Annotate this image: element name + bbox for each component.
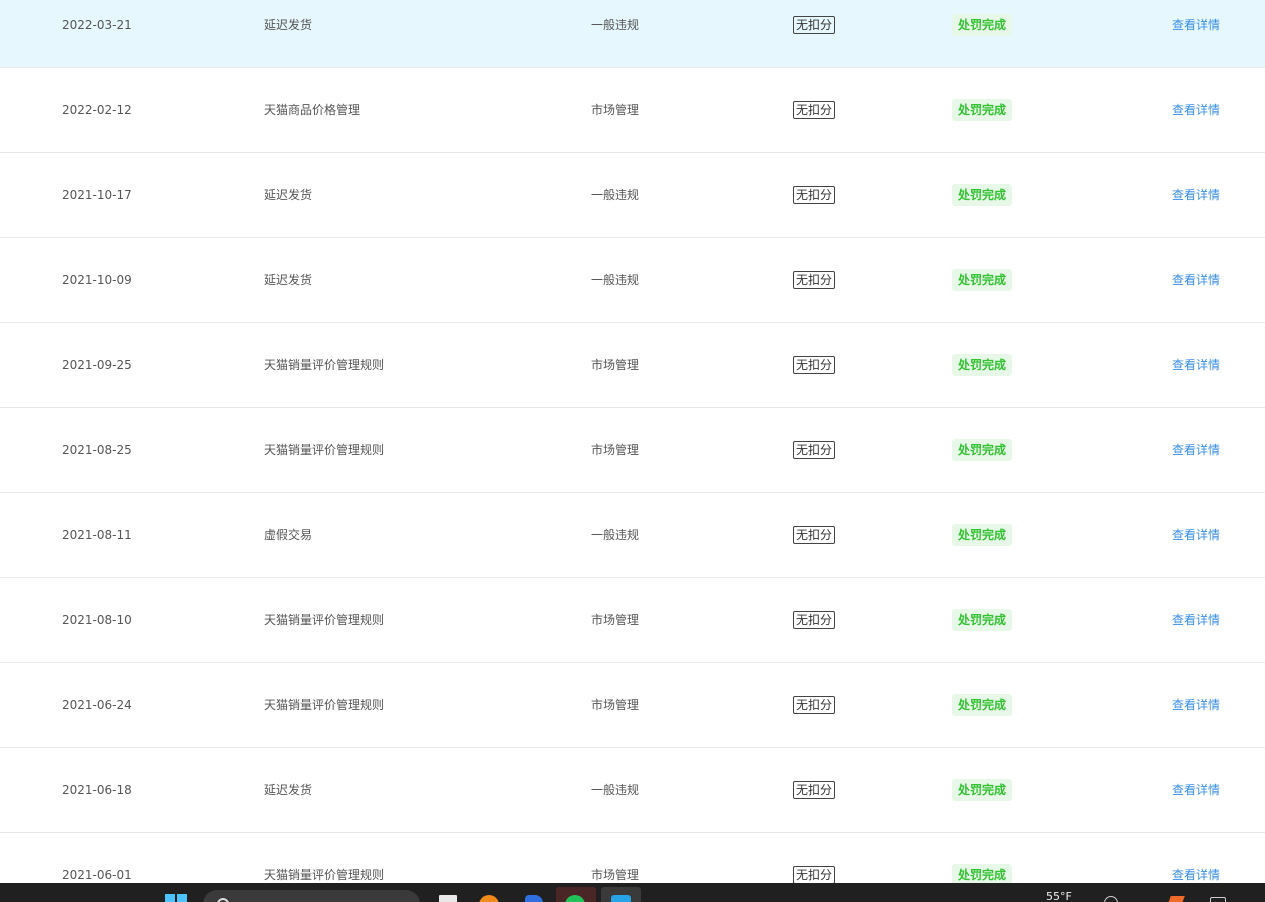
table-row[interactable]: 2021-09-25 天猫销量评价管理规则 市场管理 无扣分 处罚完成 查看详情	[0, 323, 1265, 408]
deduction-badge: 无扣分	[793, 356, 836, 374]
status-badge: 处罚完成	[952, 524, 1013, 546]
table-row[interactable]: 2021-06-24 天猫销量评价管理规则 市场管理 无扣分 处罚完成 查看详情	[0, 663, 1265, 748]
violation-type: 市场管理	[591, 443, 640, 457]
violation-type: 市场管理	[591, 698, 640, 712]
status-badge: 处罚完成	[952, 269, 1013, 291]
search-icon	[217, 898, 229, 902]
rule-name: 天猫销量评价管理规则	[264, 443, 385, 457]
tray-icon[interactable]	[1104, 896, 1118, 902]
penalty-date: 2021-08-10	[62, 613, 132, 627]
penalty-date: 2022-03-21	[62, 18, 132, 32]
deduction-badge: 无扣分	[793, 781, 836, 799]
violation-type: 市场管理	[591, 613, 640, 627]
table-row[interactable]: 2021-06-18 延迟发货 一般违规 无扣分 处罚完成 查看详情	[0, 748, 1265, 833]
taskbar-search-input[interactable]	[203, 890, 420, 902]
deduction-badge: 无扣分	[793, 611, 836, 629]
violation-type: 市场管理	[591, 103, 640, 117]
status-badge: 处罚完成	[952, 779, 1013, 801]
table-row[interactable]: 2021-08-10 天猫销量评价管理规则 市场管理 无扣分 处罚完成 查看详情	[0, 578, 1265, 663]
penalty-date: 2021-06-24	[62, 698, 132, 712]
penalty-date: 2021-10-09	[62, 273, 132, 287]
rule-name: 天猫商品价格管理	[264, 103, 361, 117]
penalty-date: 2021-06-01	[62, 868, 132, 882]
rule-name: 延迟发货	[264, 273, 313, 287]
penalty-date: 2021-06-18	[62, 783, 132, 797]
violation-type: 市场管理	[591, 358, 640, 372]
document-icon[interactable]	[525, 895, 543, 902]
view-details-link[interactable]: 查看详情	[1172, 17, 1220, 33]
table-row[interactable]: 2021-08-11 虚假交易 一般违规 无扣分 处罚完成 查看详情	[0, 493, 1265, 578]
view-details-link[interactable]: 查看详情	[1172, 612, 1220, 628]
penalty-date: 2021-09-25	[62, 358, 132, 372]
status-badge: 处罚完成	[952, 694, 1013, 716]
violation-type: 一般违规	[591, 188, 640, 202]
store-icon[interactable]	[611, 895, 631, 902]
tray-app-icon[interactable]	[1167, 896, 1185, 902]
taskbar: 55°F	[0, 883, 1265, 902]
penalty-date: 2021-10-17	[62, 188, 132, 202]
start-icon[interactable]	[165, 894, 187, 902]
violation-type: 一般违规	[591, 18, 640, 32]
status-badge: 处罚完成	[952, 354, 1013, 376]
view-details-link[interactable]: 查看详情	[1172, 527, 1220, 543]
rule-name: 延迟发货	[264, 188, 313, 202]
view-details-link[interactable]: 查看详情	[1172, 697, 1220, 713]
deduction-badge: 无扣分	[793, 16, 836, 34]
view-details-link[interactable]: 查看详情	[1172, 442, 1220, 458]
status-badge: 处罚完成	[952, 99, 1013, 121]
status-badge: 处罚完成	[952, 609, 1013, 631]
table-row[interactable]: 2021-10-09 延迟发货 一般违规 无扣分 处罚完成 查看详情	[0, 238, 1265, 323]
rule-name: 延迟发货	[264, 783, 313, 797]
penalty-date: 2022-02-12	[62, 103, 132, 117]
penalty-records-page: 2022-03-21 延迟发货 一般违规 无扣分 处罚完成 查看详情 2022-02-12 天…	[0, 0, 1265, 902]
violation-type: 一般违规	[591, 528, 640, 542]
view-details-link[interactable]: 查看详情	[1172, 272, 1220, 288]
rule-name: 天猫销量评价管理规则	[264, 613, 385, 627]
battery-icon[interactable]	[1210, 897, 1226, 902]
table-row[interactable]: 2021-10-17 延迟发货 一般违规 无扣分 处罚完成 查看详情	[0, 153, 1265, 238]
weather-temperature[interactable]: 55°F	[1046, 891, 1072, 902]
view-details-link[interactable]: 查看详情	[1172, 102, 1220, 118]
deduction-badge: 无扣分	[793, 101, 836, 119]
table-row[interactable]: 2022-02-12 天猫商品价格管理 市场管理 无扣分 处罚完成 查看详情	[0, 68, 1265, 153]
rule-name: 天猫销量评价管理规则	[264, 358, 385, 372]
penalty-date: 2021-08-11	[62, 528, 132, 542]
deduction-badge: 无扣分	[793, 271, 836, 289]
deduction-badge: 无扣分	[793, 186, 836, 204]
deduction-badge: 无扣分	[793, 866, 836, 884]
view-details-link[interactable]: 查看详情	[1172, 187, 1220, 203]
status-badge: 处罚完成	[952, 439, 1013, 461]
penalty-records-table: 2022-03-21 延迟发货 一般违规 无扣分 处罚完成 查看详情 2022-02-12 天…	[0, 0, 1265, 902]
view-details-link[interactable]: 查看详情	[1172, 867, 1220, 883]
status-badge: 处罚完成	[952, 184, 1013, 206]
deduction-badge: 无扣分	[793, 526, 836, 544]
rule-name: 天猫销量评价管理规则	[264, 698, 385, 712]
rule-name: 延迟发货	[264, 18, 313, 32]
file-explorer-icon[interactable]	[439, 895, 457, 902]
penalty-date: 2021-08-25	[62, 443, 132, 457]
violation-type: 一般违规	[591, 783, 640, 797]
rule-name: 天猫销量评价管理规则	[264, 868, 385, 882]
deduction-badge: 无扣分	[793, 441, 836, 459]
status-badge: 处罚完成	[952, 14, 1013, 36]
violation-type: 市场管理	[591, 868, 640, 882]
violation-type: 一般违规	[591, 273, 640, 287]
rule-name: 虚假交易	[264, 528, 313, 542]
table-row[interactable]: 2022-03-21 延迟发货 一般违规 无扣分 处罚完成 查看详情	[0, 0, 1265, 68]
deduction-badge: 无扣分	[793, 696, 836, 714]
view-details-link[interactable]: 查看详情	[1172, 357, 1220, 373]
view-details-link[interactable]: 查看详情	[1172, 782, 1220, 798]
browser-icon[interactable]	[479, 895, 499, 902]
table-row[interactable]: 2021-08-25 天猫销量评价管理规则 市场管理 无扣分 处罚完成 查看详情	[0, 408, 1265, 493]
